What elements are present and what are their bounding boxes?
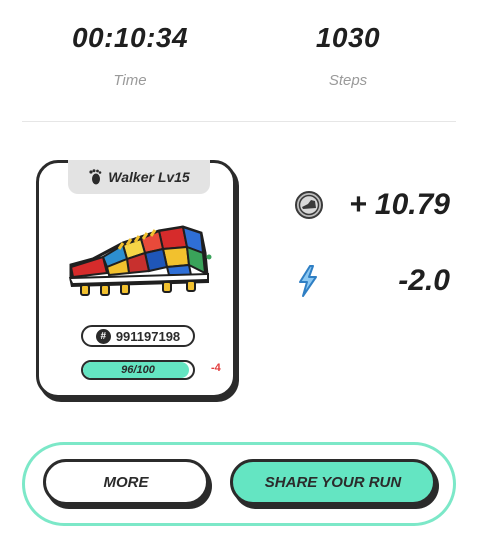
hash-icon: #	[95, 328, 111, 344]
token-amount: + 10.79	[349, 188, 450, 221]
steps-label: Steps	[328, 72, 368, 89]
energy-amount: -2.0	[398, 264, 450, 297]
shoe-id: 991197198	[115, 328, 181, 344]
steps-stat: 1030 Steps	[248, 22, 448, 89]
durability-change: -4	[211, 362, 221, 374]
steps-value: 1030	[315, 22, 381, 53]
footprint-icon	[89, 169, 102, 185]
time-label: Time	[113, 72, 147, 89]
share-run-button[interactable]: SHARE YOUR RUN	[230, 459, 436, 505]
sneaker-image	[69, 225, 212, 296]
energy-reward: -2.0	[296, 264, 450, 298]
time-stat: 00:10:34 Time	[30, 22, 230, 89]
action-panel: MORE SHARE YOUR RUN	[22, 442, 456, 526]
divider	[22, 121, 456, 122]
level-label: Walker Lv15	[108, 169, 190, 185]
time-value: 00:10:34	[71, 22, 189, 53]
more-button[interactable]: MORE	[43, 459, 209, 505]
shoe-id-badge: # 991197198	[81, 325, 195, 347]
share-button-label: SHARE YOUR RUN	[264, 473, 402, 491]
sneaker-token-icon	[295, 191, 323, 219]
level-tab: Walker Lv15	[68, 160, 210, 194]
more-button-label: MORE	[103, 473, 149, 491]
durability-bar: 96/100	[81, 360, 195, 380]
token-reward: + 10.79	[294, 188, 450, 222]
durability-text: 96/100	[121, 364, 155, 376]
lightning-icon	[299, 265, 317, 297]
sneaker-card[interactable]: Walker Lv15 # 991197198 96/100 -4	[36, 160, 236, 398]
